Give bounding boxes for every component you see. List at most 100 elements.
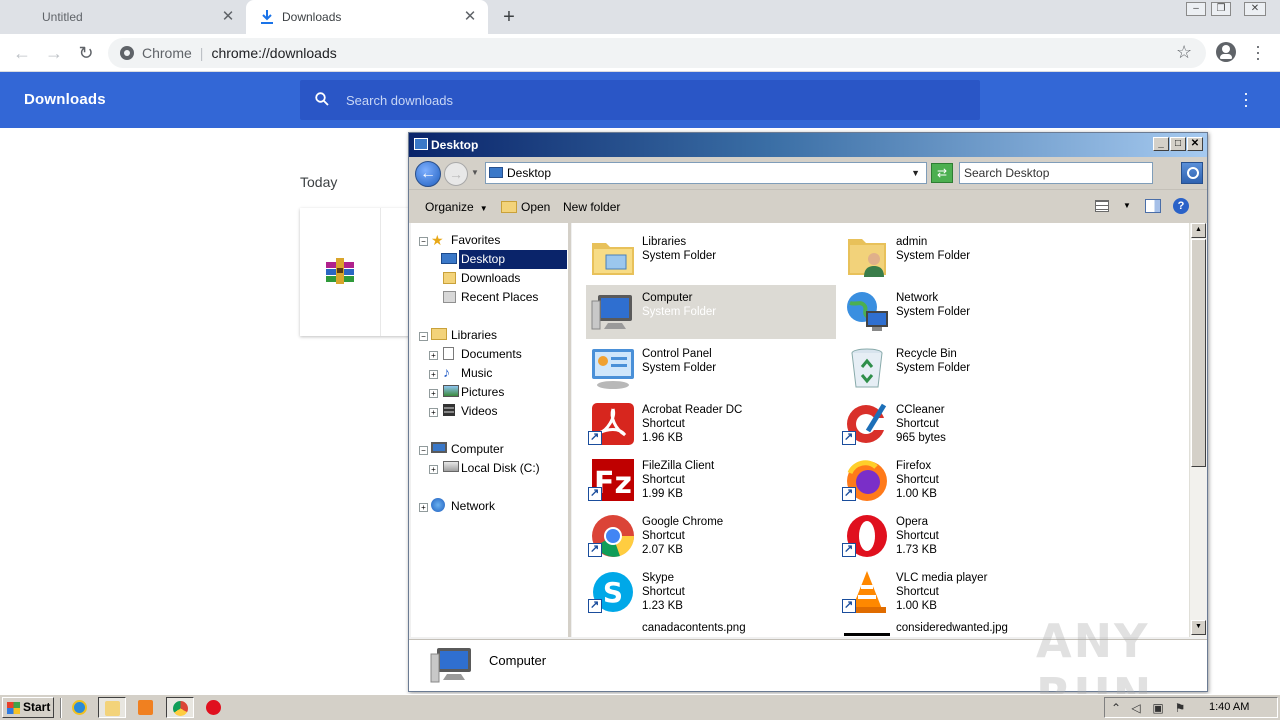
nav-computer[interactable]: Computer [451,440,504,459]
new-folder-button[interactable]: New folder [563,200,620,214]
internet-explorer-icon [72,700,87,715]
file-item-google-chrome[interactable]: Google Chrome Shortcut 2.07 KB [586,509,836,563]
search-input[interactable] [346,80,946,120]
address-dropdown-icon[interactable]: ▼ [911,163,920,183]
back-button[interactable]: ← [415,161,441,187]
expand-toggle[interactable]: + [429,351,438,360]
minimize-button[interactable]: – [1186,2,1206,16]
volume-icon[interactable]: ◁ [1129,701,1143,715]
back-button[interactable]: ← [10,41,34,65]
close-tab-icon[interactable]: ✕ [462,9,478,25]
file-item-computer[interactable]: Computer System Folder [586,285,836,339]
restore-button[interactable]: ❐ [1211,2,1231,16]
file-item-acrobat[interactable]: Acrobat Reader DC Shortcut 1.96 KB [586,397,836,451]
file-item-filezilla[interactable]: Fz FileZilla ClientShortcut1.99 KB [586,453,836,507]
item-name: VLC media player [896,572,988,584]
folder-icon [105,701,120,716]
expand-toggle[interactable]: + [429,408,438,417]
taskbar-ie[interactable] [66,697,94,718]
browser-menu-icon[interactable]: · · · [1252,37,1264,67]
network-tray-icon[interactable]: ▣ [1151,701,1165,715]
open-button[interactable]: Open [501,200,550,214]
item-name: CCleaner [896,404,945,416]
file-item-skype[interactable]: S Skype Shortcut 1.23 KB [586,565,836,619]
search-input[interactable] [964,163,1148,183]
nav-favorites[interactable]: Favorites [451,231,500,250]
refresh-button[interactable]: ⇄ [931,163,953,183]
explorer-titlebar[interactable]: Desktop _ □ ✕ [409,133,1207,157]
nav-libraries[interactable]: Libraries [451,326,497,345]
file-item-opera[interactable]: Opera Shortcut 1.73 KB [840,509,1090,563]
expand-toggle[interactable]: + [429,370,438,379]
tab-downloads[interactable]: Downloads ✕ [246,0,488,34]
start-button[interactable]: Start [2,697,54,718]
taskbar-media-player[interactable] [132,697,160,718]
collapse-toggle[interactable]: − [419,237,428,246]
nav-videos[interactable]: Videos [461,402,497,421]
preview-pane-icon[interactable] [1145,199,1161,213]
nav-documents[interactable]: Documents [461,345,522,364]
forward-button[interactable]: → [444,162,468,186]
item-size: 1.99 KB [642,488,683,500]
omnibox[interactable]: Chrome | chrome://downloads [108,38,1206,68]
file-item-libraries[interactable]: Libraries System Folder [586,229,836,283]
scroll-thumb[interactable] [1191,239,1206,467]
network-icon [431,498,445,512]
bookmark-star-icon[interactable]: ☆ [1176,42,1192,62]
chevron-down-icon[interactable]: ▼ [1123,201,1131,210]
nav-music[interactable]: Music [461,364,492,383]
organize-button[interactable]: Organize ▼ [425,200,488,214]
clock[interactable]: 1:40 AM [1209,701,1249,713]
reload-button[interactable]: ↻ [74,41,98,65]
nav-network[interactable]: Network [451,497,495,516]
address-bar[interactable]: Desktop ▼ [485,162,927,184]
collapse-toggle[interactable]: − [419,446,428,455]
file-item-vlc[interactable]: VLC media player Shortcut 1.00 KB [840,565,1090,619]
desktop-icon [489,167,503,178]
file-item-network[interactable]: Network System Folder [840,285,1090,339]
address-text: Desktop [507,166,552,180]
history-dropdown-icon[interactable]: ▼ [471,168,479,177]
file-item-admin[interactable]: admin System Folder [840,229,1090,283]
help-icon[interactable]: ? [1173,198,1189,214]
close-tab-icon[interactable]: ✕ [220,9,236,25]
item-type: System Folder [642,250,717,262]
recycle-bin-icon [851,348,883,388]
taskbar-explorer[interactable] [98,697,126,718]
collapse-toggle[interactable]: − [419,332,428,341]
file-item-firefox[interactable]: Firefox Shortcut 1.00 KB [840,453,1090,507]
expand-toggle[interactable]: + [429,389,438,398]
expand-toggle[interactable]: + [419,503,428,512]
change-view-icon[interactable] [1095,200,1109,212]
downloads-search[interactable] [300,80,980,120]
nav-recent-places[interactable]: Recent Places [461,288,538,307]
nav-pictures[interactable]: Pictures [461,383,504,402]
user-folder-icon [848,239,886,277]
file-item-ccleaner[interactable]: CCleaner Shortcut 965 bytes [840,397,1090,451]
forward-button[interactable]: → [42,41,66,65]
close-button[interactable]: ✕ [1187,137,1203,151]
minimize-button[interactable]: _ [1153,137,1169,151]
file-item-recycle-bin[interactable]: Recycle Bin System Folder [840,341,1090,395]
tab-title: Downloads [282,10,342,24]
expand-toggle[interactable]: + [429,465,438,474]
account-icon[interactable] [1216,42,1236,62]
taskbar-chrome[interactable] [166,697,194,718]
nav-local-disk[interactable]: Local Disk (C:) [461,459,540,478]
new-tab-button[interactable]: + [498,6,520,28]
search-button[interactable] [1181,162,1203,184]
scroll-up-button[interactable]: ▲ [1191,223,1206,238]
show-hidden-icons-icon[interactable]: ⌃ [1109,701,1123,715]
explorer-search[interactable] [959,162,1153,184]
file-item-control-panel[interactable]: Control Panel System Folder [586,341,836,395]
tab-untitled[interactable]: Untitled ✕ [0,0,246,34]
taskbar-opera[interactable] [200,697,228,718]
maximize-button[interactable]: □ [1170,137,1186,151]
file-item-canadacontents[interactable]: canadacontents.png [586,621,836,637]
vertical-scrollbar[interactable]: ▲ ▼ [1189,223,1206,637]
nav-desktop[interactable]: Desktop [459,250,567,269]
nav-downloads[interactable]: Downloads [461,269,520,288]
downloads-menu-icon[interactable]: · · · [1240,84,1252,114]
close-window-button[interactable]: ✕ [1244,2,1266,16]
action-center-flag-icon[interactable]: ⚑ [1173,701,1187,715]
